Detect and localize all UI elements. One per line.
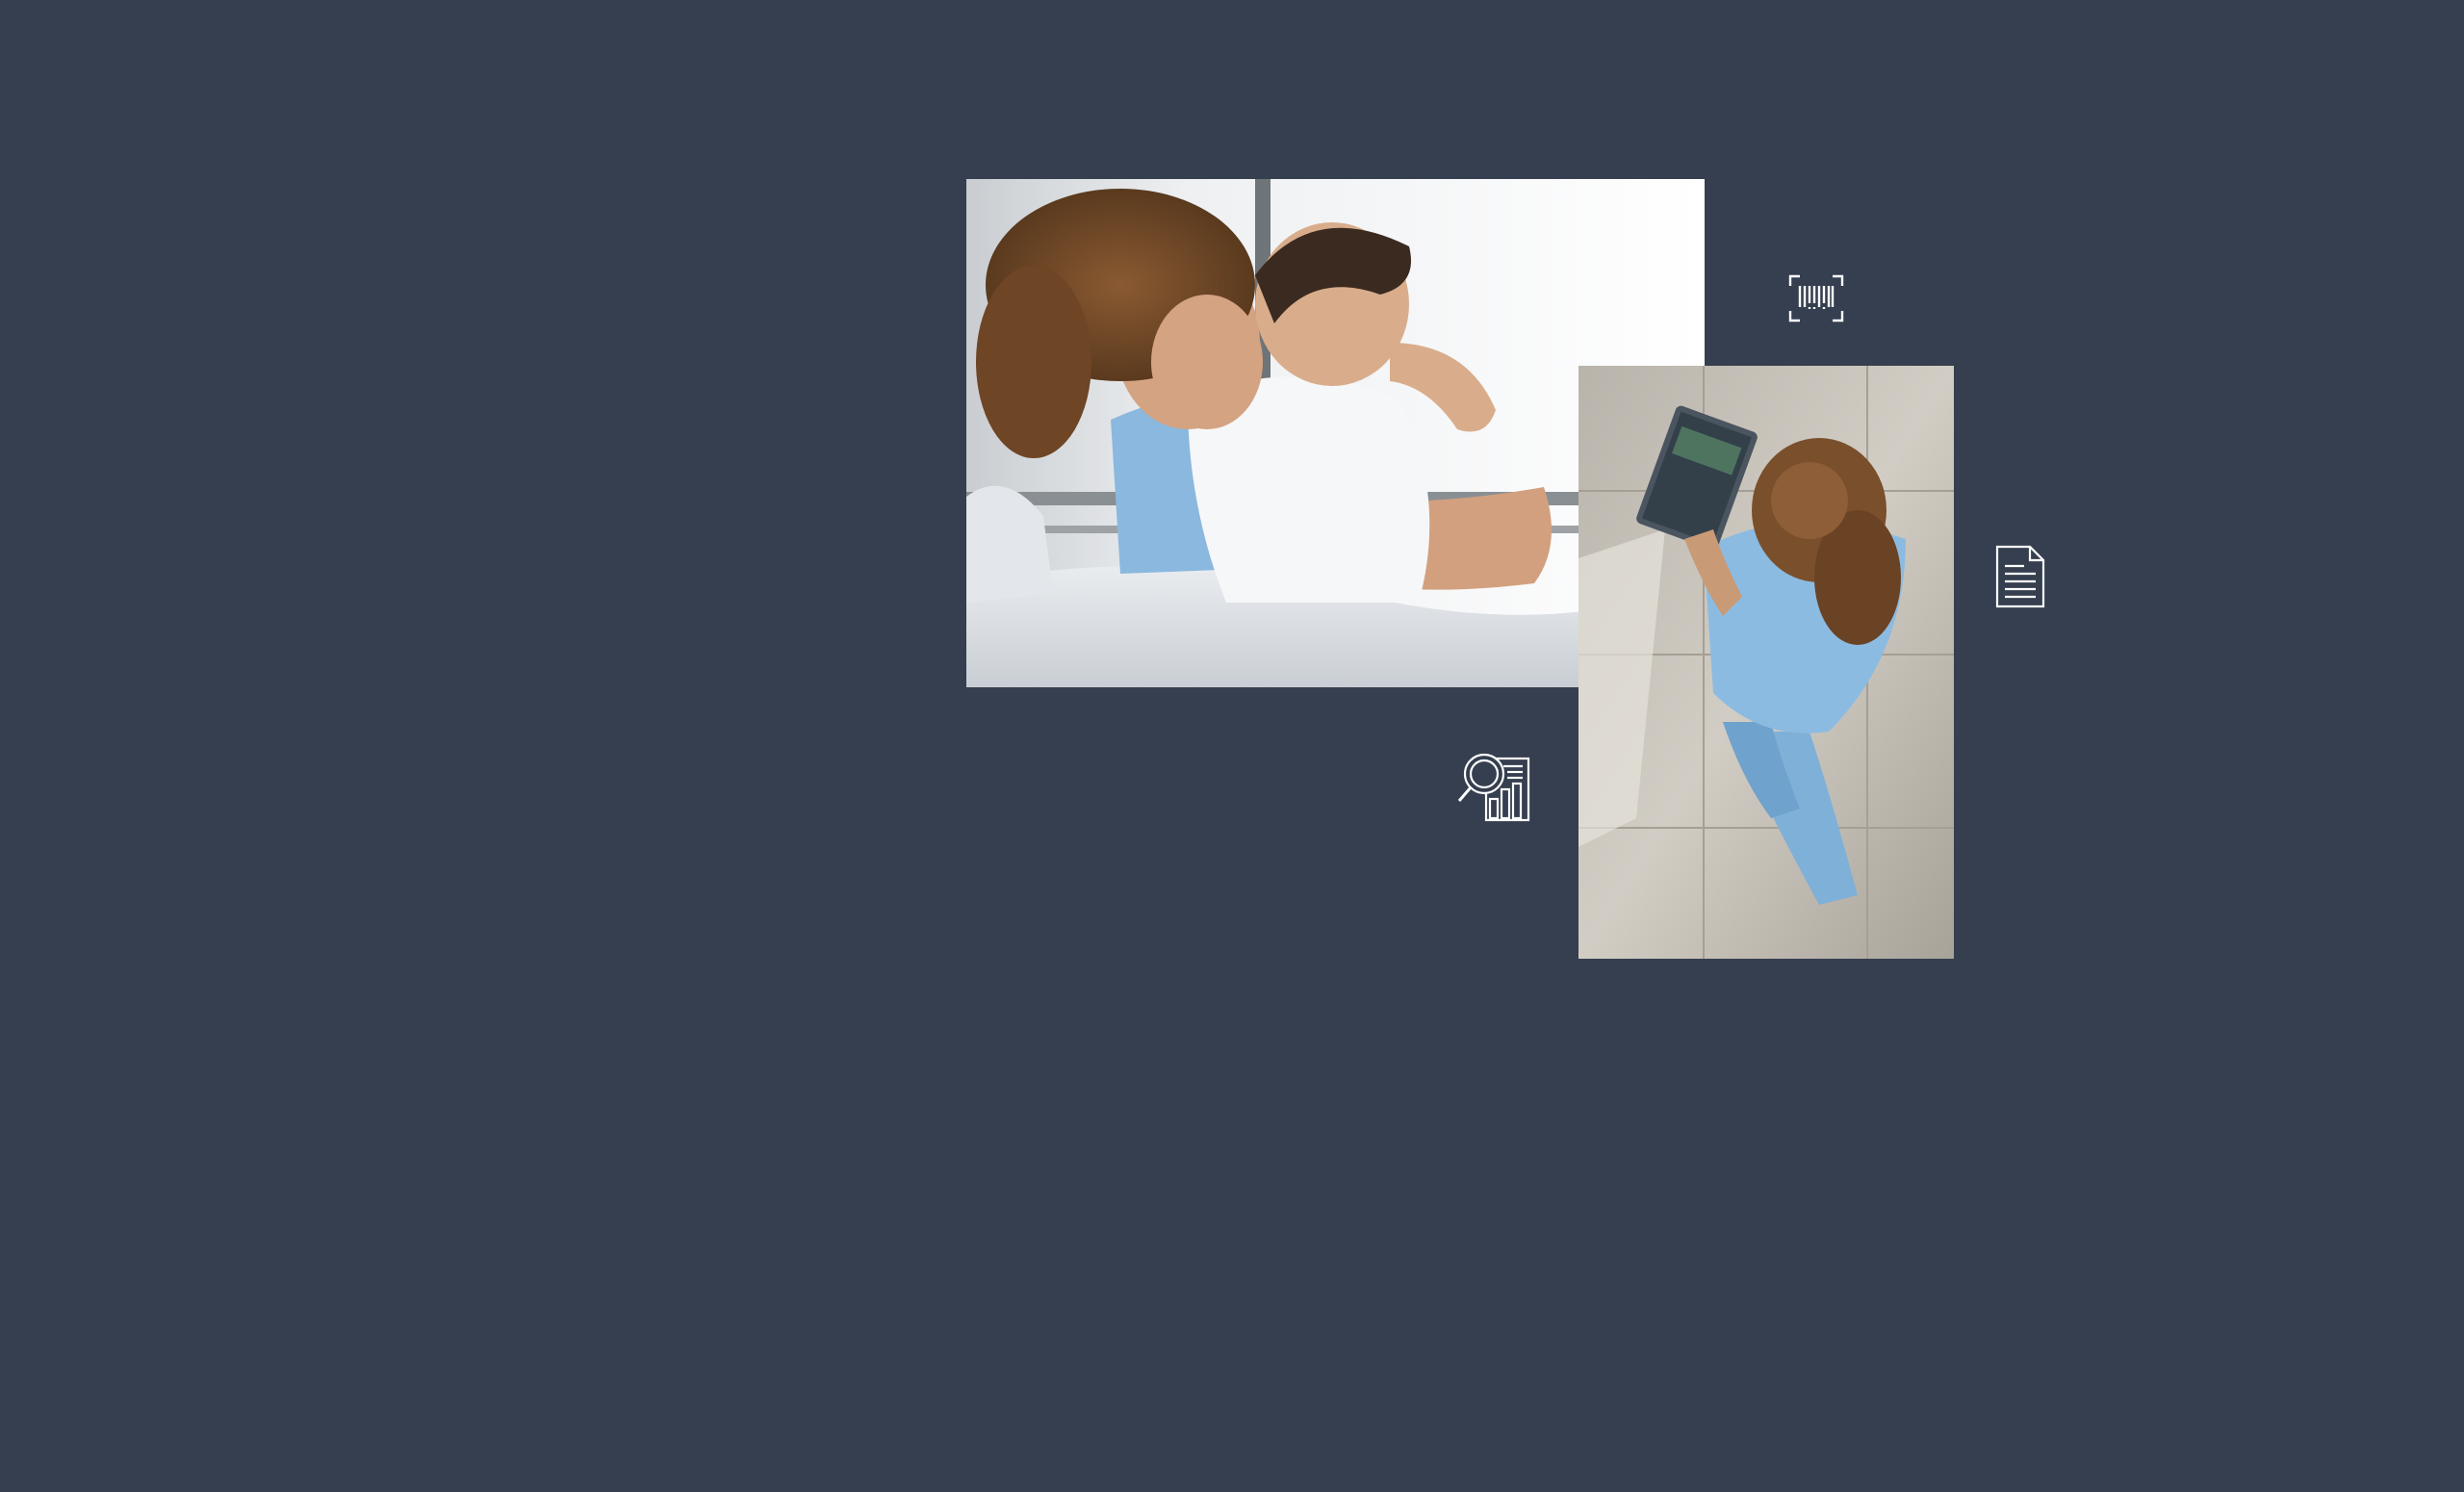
document-icon xyxy=(1995,545,2045,608)
nurse-walking-with-tablet-photo xyxy=(1578,366,1954,959)
barcode-scan-icon xyxy=(1788,274,1844,322)
magnifier-chart-icon xyxy=(1457,749,1530,822)
hero-collage xyxy=(0,0,2464,1492)
